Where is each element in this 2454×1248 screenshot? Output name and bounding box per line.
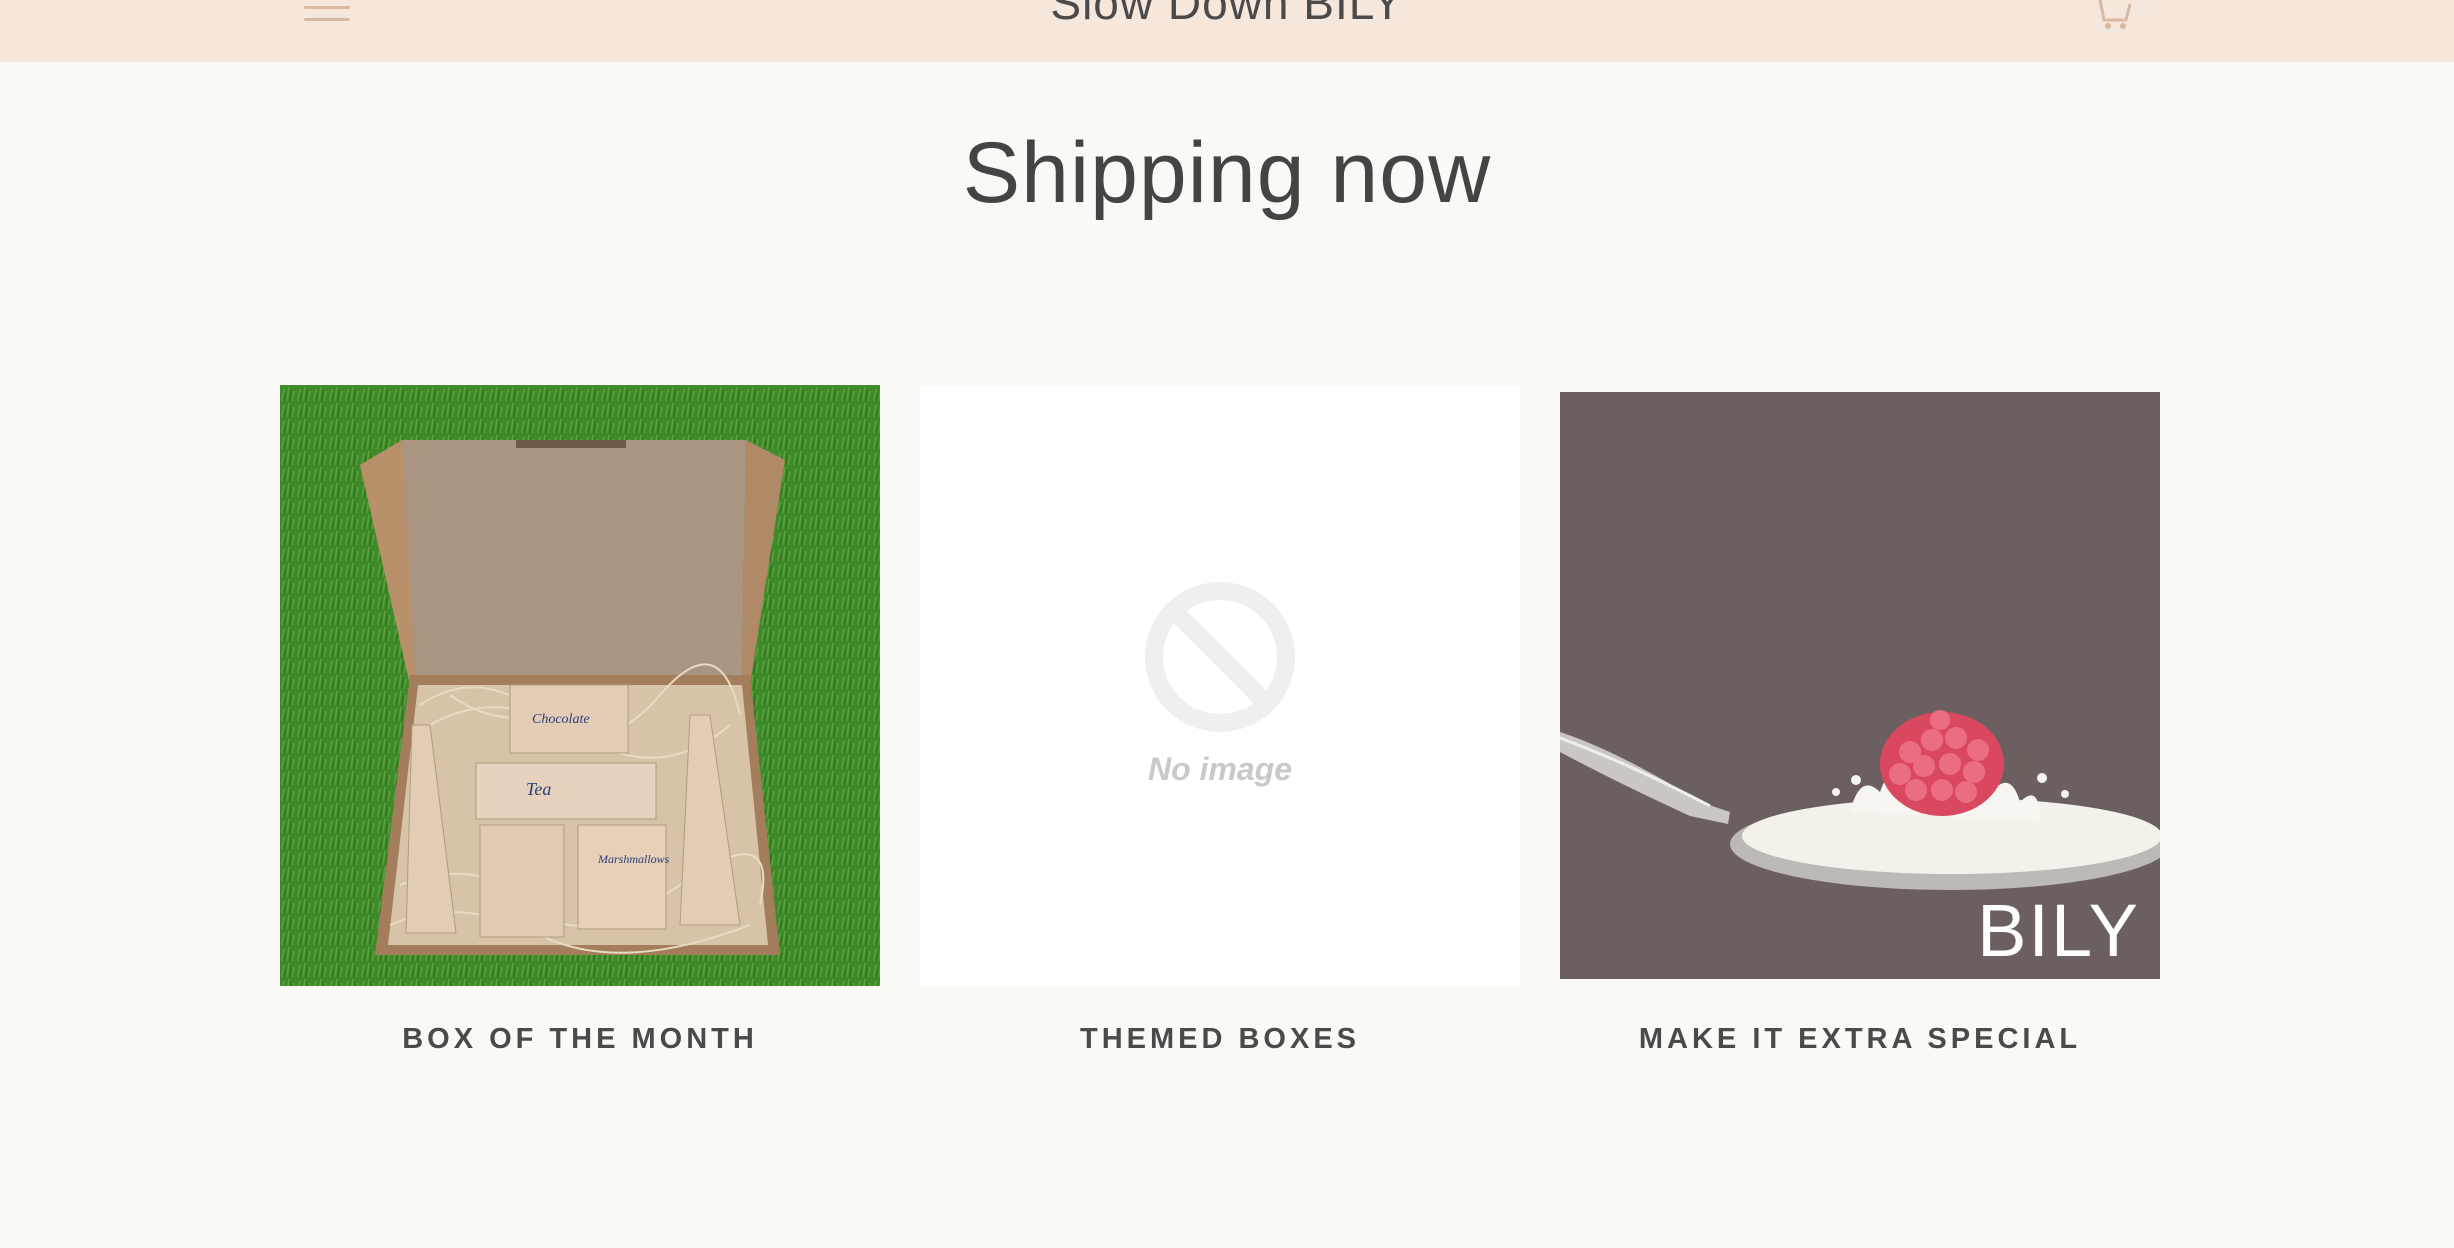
site-header: Slow Down BILY: [0, 0, 2454, 62]
no-image-caption: No image: [1147, 751, 1293, 787]
collection-label[interactable]: THEMED BOXES: [920, 1023, 1520, 1056]
no-image-icon: [1145, 582, 1295, 732]
collection-label[interactable]: BOX OF THE MONTH: [280, 1023, 880, 1056]
collection-label[interactable]: MAKE IT EXTRA SPECIAL: [1560, 1023, 2160, 1056]
raspberry-spoon-photo[interactable]: BILY: [1560, 392, 2160, 979]
bily-logo-text: BILY: [1977, 889, 2140, 972]
section-title: Shipping now: [962, 125, 1492, 221]
no-image-placeholder[interactable]: No image: [920, 385, 1520, 986]
svg-text:Chocolate: Chocolate: [532, 712, 590, 727]
svg-text:Marshmallows: Marshmallows: [597, 852, 670, 866]
cart-icon[interactable]: [2088, 0, 2134, 32]
svg-text:Tea: Tea: [526, 779, 551, 799]
gift-box-photo[interactable]: Chocolate Tea Marshmallows: [280, 385, 880, 986]
store-title[interactable]: Slow Down BILY: [0, 0, 2454, 30]
